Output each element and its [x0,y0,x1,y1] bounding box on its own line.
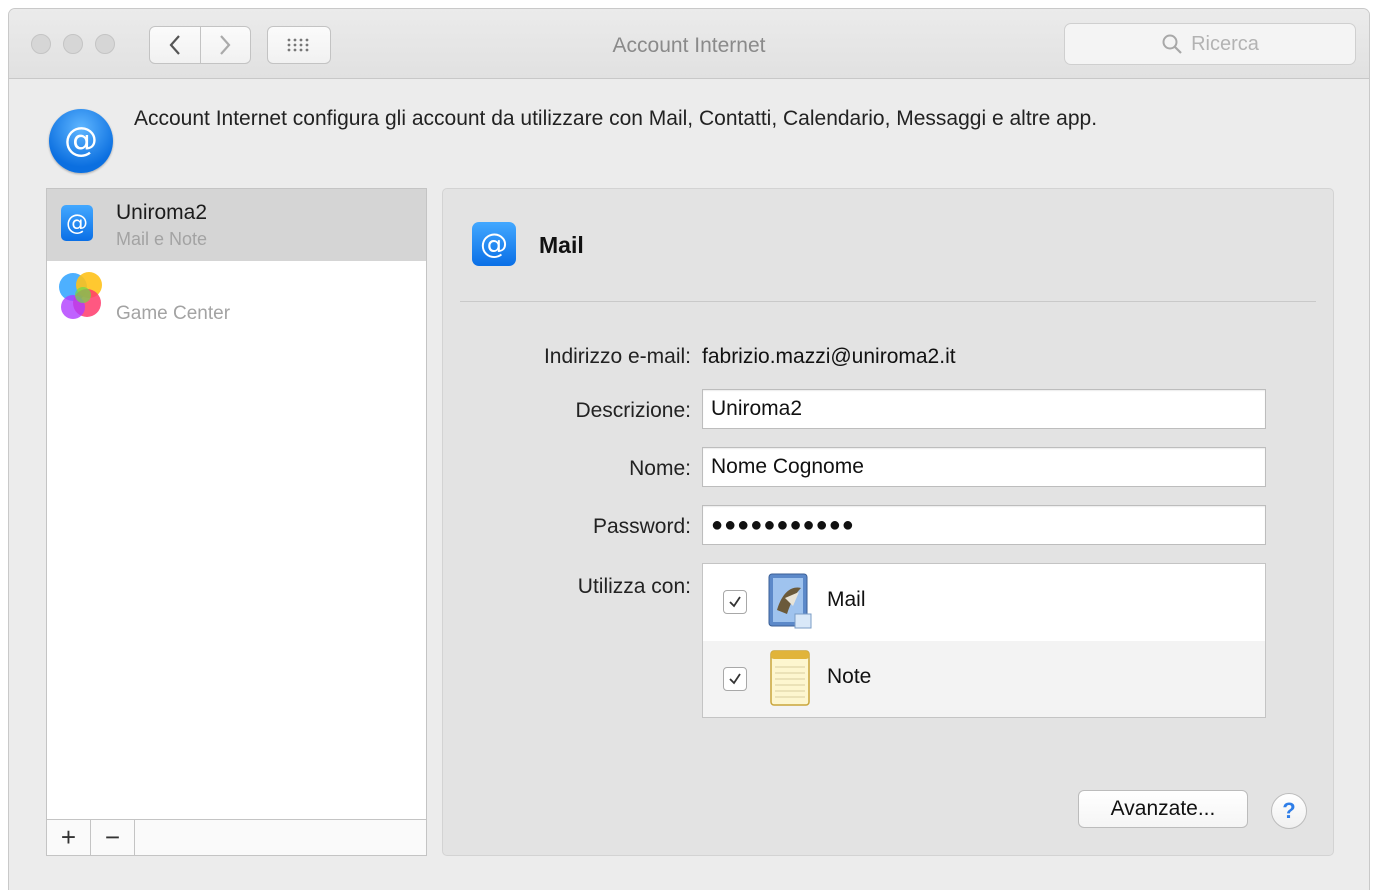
add-account-button[interactable]: + [47,820,91,855]
checkmark-icon [729,673,741,685]
email-value: fabrizio.mazzi@uniroma2.it [702,345,956,368]
description-field[interactable]: Uniroma2 [702,389,1266,429]
description-label: Descrizione: [575,399,691,422]
game-center-icon [59,272,102,319]
account-subtitle: Game Center [116,303,231,324]
panel-title: Mail [539,232,584,258]
svg-text:@: @ [66,211,88,236]
svg-text:@: @ [480,227,508,260]
app-label: Note [827,665,872,688]
password-field[interactable]: ●●●●●●●●●●● [702,505,1266,545]
name-label: Nome: [629,457,691,480]
account-item-uniroma2[interactable]: @ Uniroma2 Mail e Note [47,189,426,261]
at-icon: @ [61,205,93,241]
account-detail-panel: @ Mail Indirizzo e-mail: fabrizio.mazzi@… [442,188,1334,856]
account-item-game-center[interactable]: Game Center [47,261,426,333]
apps-list: Mail Note [702,563,1266,718]
divider [460,301,1316,302]
notes-checkbox[interactable] [723,667,747,691]
account-subtitle: Mail e Note [116,229,208,249]
app-label: Mail [827,588,866,611]
search-field[interactable]: Ricerca [1064,23,1356,65]
search-placeholder: Ricerca [1191,32,1259,55]
app-row-mail: Mail [703,564,1265,640]
search-icon [1162,34,1182,54]
notes-app-icon [770,650,810,706]
list-toolbar: + − [47,819,426,855]
at-icon: @ [472,222,516,266]
name-field[interactable]: Nome Cognome [702,447,1266,487]
advanced-button[interactable]: Avanzate... [1078,790,1248,828]
email-label: Indirizzo e-mail: [543,345,691,368]
svg-text:@: @ [64,120,98,160]
accounts-list: @ Uniroma2 Mail e Note Game Center + − [46,188,427,856]
help-button[interactable]: ? [1271,793,1307,829]
account-name: Uniroma2 [116,201,208,224]
preferences-window: Account Internet Ricerca @ Account Inter… [8,8,1370,890]
app-row-notes: Note [703,641,1265,717]
remove-account-button[interactable]: − [91,820,135,855]
mail-checkbox[interactable] [723,590,747,614]
pane-description: Account Internet configura gli account d… [134,107,1098,130]
checkmark-icon [729,596,741,608]
use-with-label: Utilizza con: [577,575,691,598]
mail-app-icon [768,573,812,629]
password-label: Password: [592,515,691,538]
title-bar: Account Internet Ricerca [9,9,1369,79]
at-icon: @ [49,109,113,173]
